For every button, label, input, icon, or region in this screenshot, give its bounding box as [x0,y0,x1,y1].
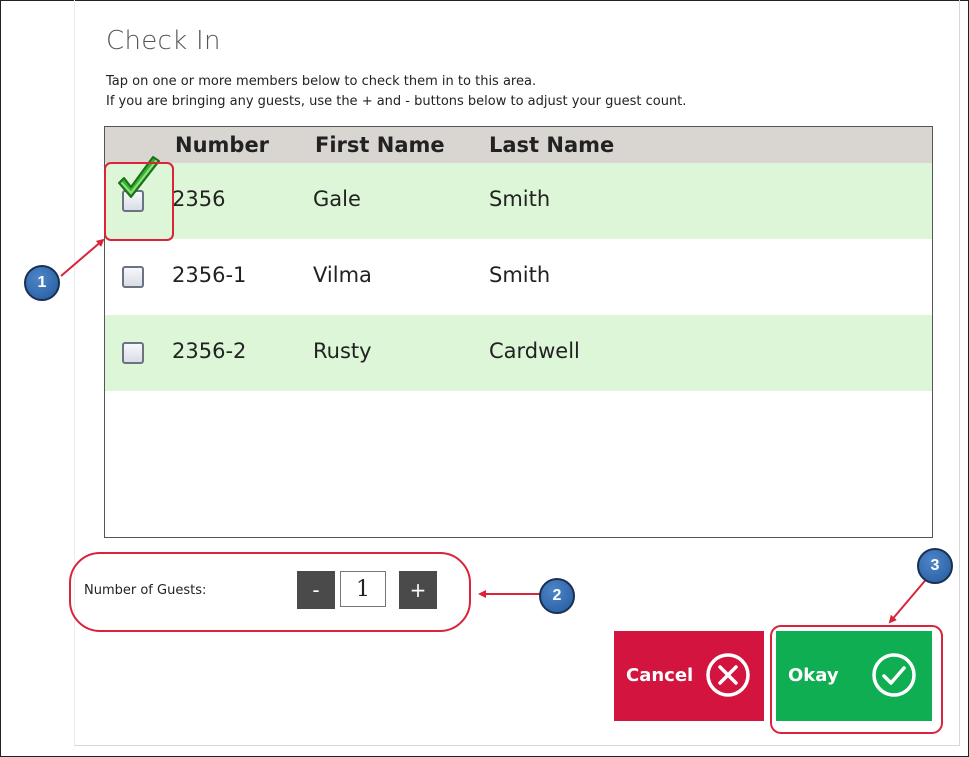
cancel-label: Cancel [626,665,694,686]
member-number: 2356-1 [172,263,247,287]
member-checkbox[interactable] [122,266,144,288]
member-number: 2356-2 [172,339,247,363]
dialog-title: Check In [106,26,221,56]
member-last-name: Smith [489,187,551,211]
green-checkmark-icon [118,156,160,198]
member-number: 2356 [172,187,226,211]
decrease-guests-button[interactable]: - [297,571,335,609]
table-row[interactable]: 2356-2 Rusty Cardwell [105,315,932,391]
guests-label: Number of Guests: [84,583,207,598]
member-first-name: Rusty [313,339,372,363]
table-header: Number First Name Last Name [105,127,932,163]
callout-2: 2 [539,578,575,614]
member-last-name: Smith [489,263,551,287]
member-first-name: Vilma [313,263,372,287]
okay-label: Okay [788,665,839,686]
member-last-name: Cardwell [489,339,580,363]
x-circle-icon [706,653,750,697]
increase-guests-button[interactable]: + [399,571,437,609]
instruction-line-1: Tap on one or more members below to chec… [106,74,537,89]
members-table: Number First Name Last Name 2356 Gale Sm… [104,126,933,538]
callout-1: 1 [24,265,60,301]
member-first-name: Gale [313,187,361,211]
instruction-line-2: If you are bringing any guests, use the … [106,94,687,109]
column-header-last-name: Last Name [489,133,615,157]
okay-button[interactable]: Okay [776,631,932,721]
column-header-number: Number [175,133,270,157]
table-row[interactable]: 2356-1 Vilma Smith [105,239,932,315]
member-checkbox[interactable] [122,342,144,364]
column-header-first-name: First Name [315,133,445,157]
cancel-button[interactable]: Cancel [614,631,764,721]
callout-3: 3 [917,548,953,584]
check-circle-icon [872,653,916,697]
guest-count-input[interactable] [340,571,386,607]
table-row[interactable]: 2356 Gale Smith [105,156,932,239]
